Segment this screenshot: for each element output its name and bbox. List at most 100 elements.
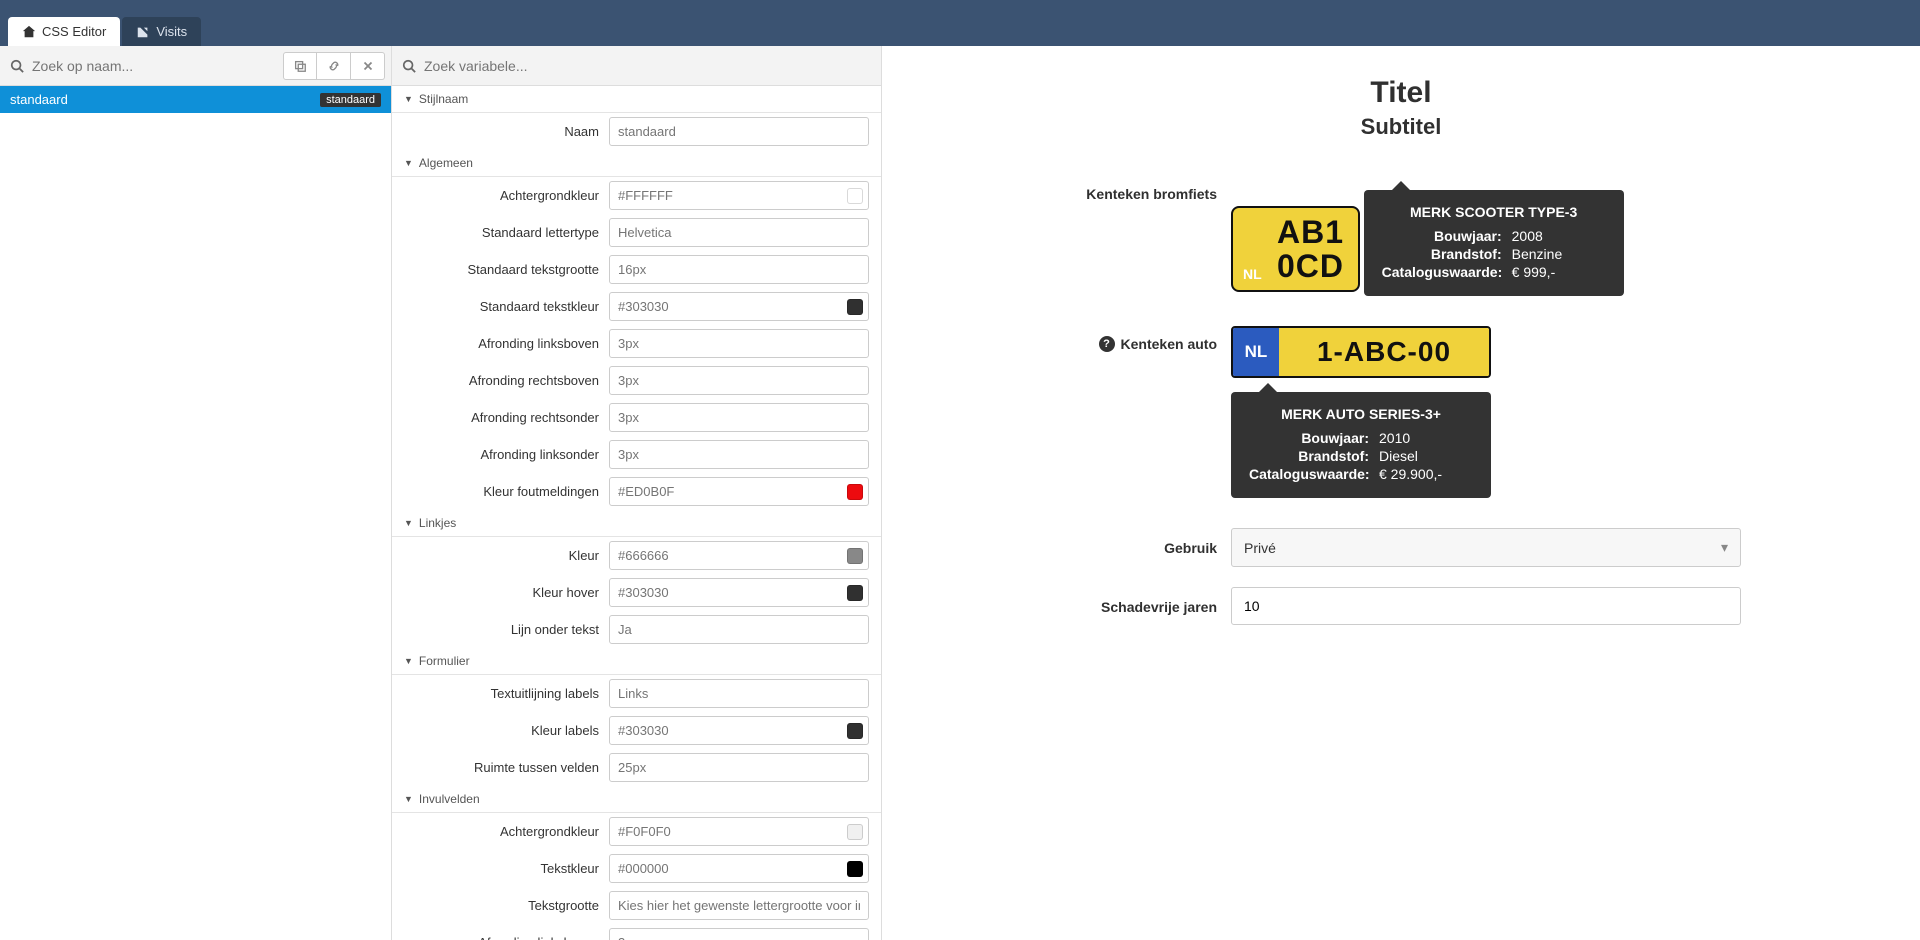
info-head: MERK SCOOTER TYPE-3: [1382, 204, 1606, 220]
section-title: Stijlnaam: [419, 92, 468, 106]
styles-panel: standaard standaard: [0, 46, 392, 940]
variable-input[interactable]: [609, 679, 869, 708]
variable-row: Ruimte tussen velden: [392, 749, 881, 786]
color-swatch[interactable]: [847, 861, 863, 877]
variable-label: Kleur foutmeldingen: [404, 484, 599, 499]
info-key: Bouwjaar:: [1249, 430, 1369, 446]
gebruik-select[interactable]: Privé ▾: [1231, 528, 1741, 567]
info-value: Diesel: [1379, 448, 1418, 464]
color-swatch[interactable]: [847, 824, 863, 840]
info-row: Brandstof:Diesel: [1249, 448, 1473, 464]
info-key: Bouwjaar:: [1382, 228, 1502, 244]
variable-input[interactable]: [609, 329, 869, 358]
plate-line1: AB1: [1277, 216, 1344, 250]
moped-plate[interactable]: NL AB1 0CD: [1231, 206, 1360, 291]
variable-input[interactable]: [609, 366, 869, 395]
variable-input[interactable]: [609, 854, 869, 883]
color-swatch[interactable]: [847, 585, 863, 601]
color-swatch[interactable]: [847, 299, 863, 315]
field-label-schadevrij: Schadevrije jaren: [1061, 587, 1231, 615]
variable-label: Afronding rechtsboven: [404, 373, 599, 388]
variable-row: Standaard tekstkleur: [392, 288, 881, 325]
delete-button[interactable]: [351, 52, 385, 80]
copy-icon: [293, 59, 307, 73]
section-header[interactable]: ▼Algemeen: [392, 150, 881, 177]
info-row: Cataloguswaarde: € 999,-: [1382, 264, 1606, 280]
variables-panel: ▼StijlnaamNaam▼AlgemeenAchtergrondkleurS…: [392, 46, 882, 940]
variable-label: Afronding rechtsonder: [404, 410, 599, 425]
variable-label: Standaard tekstkleur: [404, 299, 599, 314]
car-plate[interactable]: NL 1-ABC-00: [1231, 326, 1491, 378]
chevron-down-icon: ▾: [1721, 539, 1728, 556]
variables-searchbar: [392, 46, 881, 86]
info-key: Cataloguswaarde:: [1382, 264, 1502, 280]
variable-label: Tekstkleur: [404, 861, 599, 876]
color-swatch[interactable]: [847, 188, 863, 204]
variable-row: Afronding linksboven: [392, 924, 881, 940]
variable-row: Kleur labels: [392, 712, 881, 749]
variable-input[interactable]: [609, 292, 869, 321]
variable-input[interactable]: [609, 477, 869, 506]
styles-search-input[interactable]: [30, 52, 279, 80]
variable-input[interactable]: [609, 117, 869, 146]
variable-input[interactable]: [609, 218, 869, 247]
info-value: € 29.900,-: [1379, 466, 1442, 482]
variable-input[interactable]: [609, 753, 869, 782]
preview-panel: Titel Subtitel Kenteken bromfiets NL AB1…: [882, 46, 1920, 940]
color-swatch[interactable]: [847, 548, 863, 564]
variable-label: Ruimte tussen velden: [404, 760, 599, 775]
info-row: Bouwjaar:2008: [1382, 228, 1606, 244]
search-icon: [10, 59, 24, 73]
preview-subtitle: Subtitel: [1061, 114, 1741, 140]
section-title: Invulvelden: [419, 792, 480, 806]
variable-input[interactable]: [609, 403, 869, 432]
link-icon: [136, 25, 150, 39]
variables-search-input[interactable]: [422, 52, 871, 80]
style-list-item[interactable]: standaard standaard: [0, 86, 391, 113]
section-header[interactable]: ▼Stijlnaam: [392, 86, 881, 113]
variable-input[interactable]: [609, 578, 869, 607]
variable-input[interactable]: [609, 541, 869, 570]
tab-visits[interactable]: Visits: [122, 17, 201, 46]
variable-row: Achtergrondkleur: [392, 813, 881, 850]
info-value: Benzine: [1512, 246, 1563, 262]
variable-input[interactable]: [609, 716, 869, 745]
plate-text: 1-ABC-00: [1279, 328, 1489, 376]
color-swatch[interactable]: [847, 484, 863, 500]
car-info-tooltip: MERK AUTO SERIES-3+ Bouwjaar:2010Brandst…: [1231, 392, 1491, 498]
variable-label: Kleur: [404, 548, 599, 563]
variable-row: Textuitlijning labels: [392, 675, 881, 712]
variable-input[interactable]: [609, 615, 869, 644]
section-header[interactable]: ▼Formulier: [392, 648, 881, 675]
variable-label: Achtergrondkleur: [404, 188, 599, 203]
variable-input[interactable]: [609, 891, 869, 920]
link-button[interactable]: [317, 52, 351, 80]
variable-label: Kleur labels: [404, 723, 599, 738]
caret-down-icon: ▼: [404, 794, 413, 804]
help-icon[interactable]: ?: [1099, 336, 1115, 352]
variable-input[interactable]: [609, 817, 869, 846]
caret-down-icon: ▼: [404, 158, 413, 168]
color-swatch[interactable]: [847, 723, 863, 739]
variable-row: Afronding linksonder: [392, 436, 881, 473]
variable-input[interactable]: [609, 181, 869, 210]
tab-label: Visits: [156, 24, 187, 39]
schadevrij-input[interactable]: [1231, 587, 1741, 625]
variable-input[interactable]: [609, 255, 869, 284]
variable-label: Kleur hover: [404, 585, 599, 600]
variable-label: Tekstgrootte: [404, 898, 599, 913]
section-title: Linkjes: [419, 516, 456, 530]
tab-css-editor[interactable]: CSS Editor: [8, 17, 120, 46]
variable-label: Naam: [404, 124, 599, 139]
select-value: Privé: [1244, 540, 1276, 556]
variable-label: Standaard tekstgrootte: [404, 262, 599, 277]
info-row: Bouwjaar:2010: [1249, 430, 1473, 446]
variable-input[interactable]: [609, 928, 869, 940]
copy-button[interactable]: [283, 52, 317, 80]
caret-down-icon: ▼: [404, 518, 413, 528]
section-header[interactable]: ▼ Linkjes: [392, 510, 881, 537]
section-header[interactable]: ▼ Invulvelden: [392, 786, 881, 813]
variable-input[interactable]: [609, 440, 869, 469]
info-row: Cataloguswaarde:€ 29.900,-: [1249, 466, 1473, 482]
info-value: € 999,-: [1512, 264, 1556, 280]
